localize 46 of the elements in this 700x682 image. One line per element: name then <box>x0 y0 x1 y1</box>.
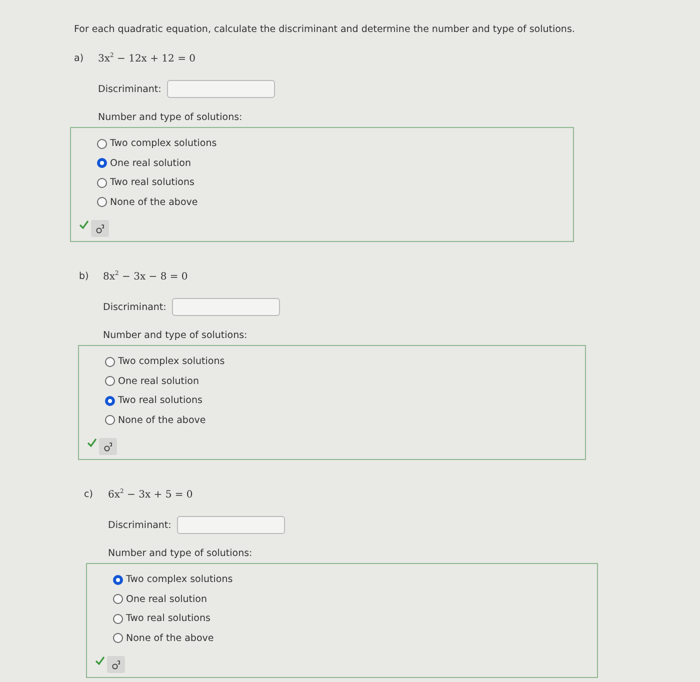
discriminant-field[interactable] <box>172 298 280 316</box>
solutions-prompt: Number and type of solutions: <box>98 112 244 123</box>
radio-button[interactable] <box>113 614 123 624</box>
part-letter: c) <box>84 489 94 500</box>
radio-button[interactable] <box>105 415 115 426</box>
option-label[interactable]: One real solution <box>118 376 200 387</box>
exponent-icon <box>95 224 105 234</box>
option-label[interactable]: Two real solutions <box>110 177 194 188</box>
option-label[interactable]: Two real solutions <box>118 395 202 406</box>
option-label[interactable]: Two complex solutions <box>110 138 217 150</box>
radio-button[interactable] <box>113 594 123 604</box>
solutions-prompt: Number and type of solutions: <box>103 330 248 341</box>
radio-button[interactable] <box>97 197 107 208</box>
option-label[interactable]: Two complex solutions <box>126 574 233 586</box>
equation: 8x$^{2}$ − 3x − 8 = 0 <box>103 270 188 282</box>
option-label[interactable]: One real solution <box>126 594 208 605</box>
option-label[interactable]: None of the above <box>118 414 206 426</box>
radio-button[interactable] <box>97 138 107 149</box>
equation: 3x$^{2}$ − 12x + 12 = 0 <box>98 52 196 64</box>
option-label[interactable]: Two complex solutions <box>118 356 225 368</box>
discriminant-label: Discriminant: <box>103 302 166 312</box>
option-label[interactable]: Two real solutions <box>126 613 210 624</box>
exponent-button[interactable] <box>107 656 125 673</box>
radio-button[interactable] <box>105 356 115 367</box>
instructions-text: For each quadratic equation, calculate the discriminant and determine the number and type of solutions. <box>74 24 575 35</box>
option-label[interactable]: None of the above <box>110 196 198 208</box>
exponent-icon <box>103 442 113 452</box>
equation: 6x$^{2}$ − 3x + 5 = 0 <box>108 488 193 500</box>
exponent-icon <box>111 660 121 670</box>
discriminant-label: Discriminant: <box>98 84 162 94</box>
exponent-button[interactable] <box>91 220 109 237</box>
part-letter: b) <box>79 271 90 282</box>
part-letter: a) <box>74 53 85 64</box>
option-label[interactable]: One real solution <box>110 158 192 169</box>
radio-button[interactable] <box>97 158 107 168</box>
radio-button[interactable] <box>105 396 115 406</box>
radio-button[interactable] <box>113 633 123 644</box>
radio-button[interactable] <box>97 178 107 188</box>
discriminant-field[interactable] <box>167 80 276 98</box>
exponent-button[interactable] <box>99 438 117 455</box>
radio-button[interactable] <box>105 376 115 386</box>
discriminant-field[interactable] <box>177 516 286 534</box>
radio-button[interactable] <box>113 574 123 585</box>
option-label[interactable]: None of the above <box>126 632 214 644</box>
solutions-prompt: Number and type of solutions: <box>108 548 254 559</box>
discriminant-label: Discriminant: <box>108 520 172 530</box>
